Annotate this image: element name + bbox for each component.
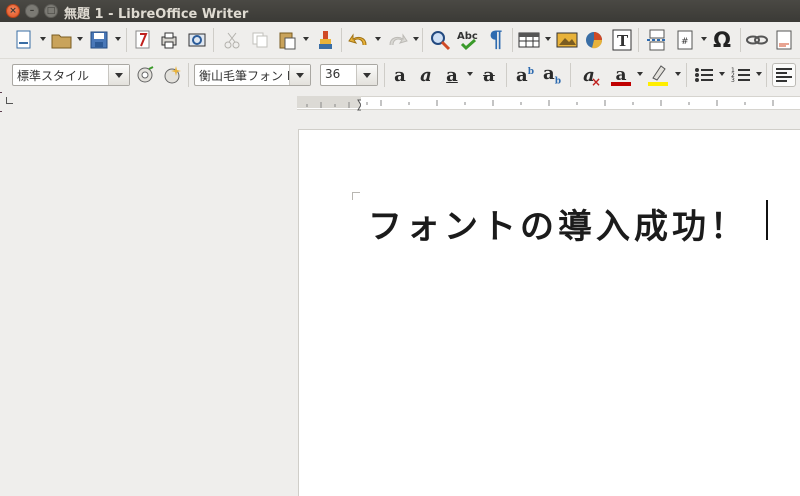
chevron-down-icon <box>296 73 304 78</box>
minimize-window-button[interactable]: – <box>25 4 39 18</box>
insert-textbox-icon[interactable]: T <box>610 28 634 52</box>
insert-chart-icon[interactable] <box>582 28 606 52</box>
separator <box>506 63 507 87</box>
insert-image-icon[interactable] <box>555 28 579 52</box>
underline-dropdown-icon[interactable] <box>467 72 473 76</box>
cut-icon[interactable] <box>220 28 244 52</box>
document-page[interactable] <box>298 129 800 496</box>
copy-icon[interactable] <box>248 28 272 52</box>
save-dropdown-icon[interactable] <box>115 37 121 41</box>
export-pdf-icon[interactable] <box>131 28 155 52</box>
separator <box>512 28 513 52</box>
separator <box>188 63 189 87</box>
align-left-icon[interactable] <box>772 63 796 87</box>
redo-dropdown-icon[interactable] <box>413 37 419 41</box>
tab-type-icon[interactable] <box>6 97 13 104</box>
new-style-icon[interactable] <box>160 63 184 87</box>
special-character-icon[interactable]: Ω <box>710 28 734 52</box>
separator <box>126 28 127 52</box>
separator <box>766 63 767 87</box>
numbered-list-icon[interactable]: 123 <box>729 63 753 87</box>
separator <box>422 28 423 52</box>
open-folder-icon[interactable] <box>50 28 74 52</box>
insert-field-icon[interactable]: # <box>673 28 697 52</box>
separator <box>740 28 741 52</box>
superscript-icon[interactable]: ab <box>513 63 537 87</box>
svg-text:#: # <box>681 37 689 47</box>
font-name-combo[interactable]: 衡山毛筆フォン I <box>194 64 311 86</box>
paste-icon[interactable] <box>275 28 299 52</box>
title-bar: × – □ 無題 1 - LibreOffice Writer <box>0 0 800 22</box>
strikethrough-icon[interactable]: a <box>477 63 501 87</box>
clone-formatting-icon[interactable] <box>313 28 337 52</box>
print-preview-icon[interactable] <box>185 28 209 52</box>
numbered-list-dropdown-icon[interactable] <box>756 72 762 76</box>
font-size-combo[interactable]: 36 <box>320 64 378 86</box>
chevron-down-icon <box>115 73 123 78</box>
separator <box>384 63 385 87</box>
standard-toolbar: Abc ¶ T # Ω <box>0 22 800 59</box>
svg-text:T: T <box>617 32 629 50</box>
close-window-button[interactable]: × <box>6 4 20 18</box>
separator <box>213 28 214 52</box>
table-dropdown-icon[interactable] <box>545 37 551 41</box>
undo-icon[interactable] <box>347 28 371 52</box>
font-name-value: 衡山毛筆フォン I <box>199 69 289 83</box>
new-document-icon[interactable] <box>12 28 36 52</box>
separator <box>686 63 687 87</box>
new-dropdown-icon[interactable] <box>40 37 46 41</box>
font-color-icon[interactable]: a <box>609 63 633 87</box>
svg-text:3: 3 <box>731 77 735 84</box>
formatting-toolbar: 標準スタイル 衡山毛筆フォン I 36 a a a a ab ab a × a 1… <box>0 59 800 92</box>
font-size-value: 36 <box>325 67 341 81</box>
bullet-list-icon[interactable] <box>692 63 716 87</box>
maximize-window-button[interactable]: □ <box>44 4 58 18</box>
formatting-marks-icon[interactable]: ¶ <box>484 27 508 53</box>
bullet-list-dropdown-icon[interactable] <box>719 72 725 76</box>
text-cursor <box>766 200 768 240</box>
footnote-icon[interactable] <box>772 28 796 52</box>
insert-table-icon[interactable] <box>517 28 541 52</box>
hyperlink-icon[interactable] <box>745 28 769 52</box>
paragraph-style-dropdown-button[interactable] <box>108 65 129 85</box>
paragraph-style-combo[interactable]: 標準スタイル <box>12 64 130 86</box>
page-break-icon[interactable] <box>645 28 669 52</box>
separator <box>638 28 639 52</box>
horizontal-ruler[interactable] <box>297 96 800 110</box>
highlight-dropdown-icon[interactable] <box>675 72 681 76</box>
separator <box>341 28 342 52</box>
spelling-icon[interactable]: Abc <box>456 28 480 52</box>
field-dropdown-icon[interactable] <box>701 37 707 41</box>
save-icon[interactable] <box>87 28 111 52</box>
text-boundary-corner <box>352 192 360 200</box>
subscript-icon[interactable]: ab <box>540 63 564 87</box>
update-style-icon[interactable] <box>133 63 157 87</box>
redo-icon[interactable] <box>385 28 409 52</box>
paragraph-style-value: 標準スタイル <box>17 69 90 83</box>
bold-icon[interactable]: a <box>388 63 412 87</box>
italic-icon[interactable]: a <box>414 63 438 87</box>
font-name-dropdown-button[interactable] <box>289 65 310 85</box>
clear-formatting-icon[interactable]: a × <box>577 63 601 90</box>
undo-dropdown-icon[interactable] <box>375 37 381 41</box>
underline-icon[interactable]: a <box>440 63 464 87</box>
window-title: 無題 1 - LibreOffice Writer <box>64 7 249 22</box>
print-icon[interactable] <box>157 28 181 52</box>
highlight-color-icon[interactable] <box>646 63 670 87</box>
open-dropdown-icon[interactable] <box>77 37 83 41</box>
chevron-down-icon <box>363 73 371 78</box>
separator <box>570 63 571 87</box>
paste-dropdown-icon[interactable] <box>303 37 309 41</box>
ruler-left-margin <box>297 96 365 111</box>
document-text[interactable]: フォントの導入成功！ <box>368 199 748 248</box>
font-size-dropdown-button[interactable] <box>356 65 377 85</box>
font-color-dropdown-icon[interactable] <box>637 72 643 76</box>
find-replace-icon[interactable] <box>428 28 452 52</box>
